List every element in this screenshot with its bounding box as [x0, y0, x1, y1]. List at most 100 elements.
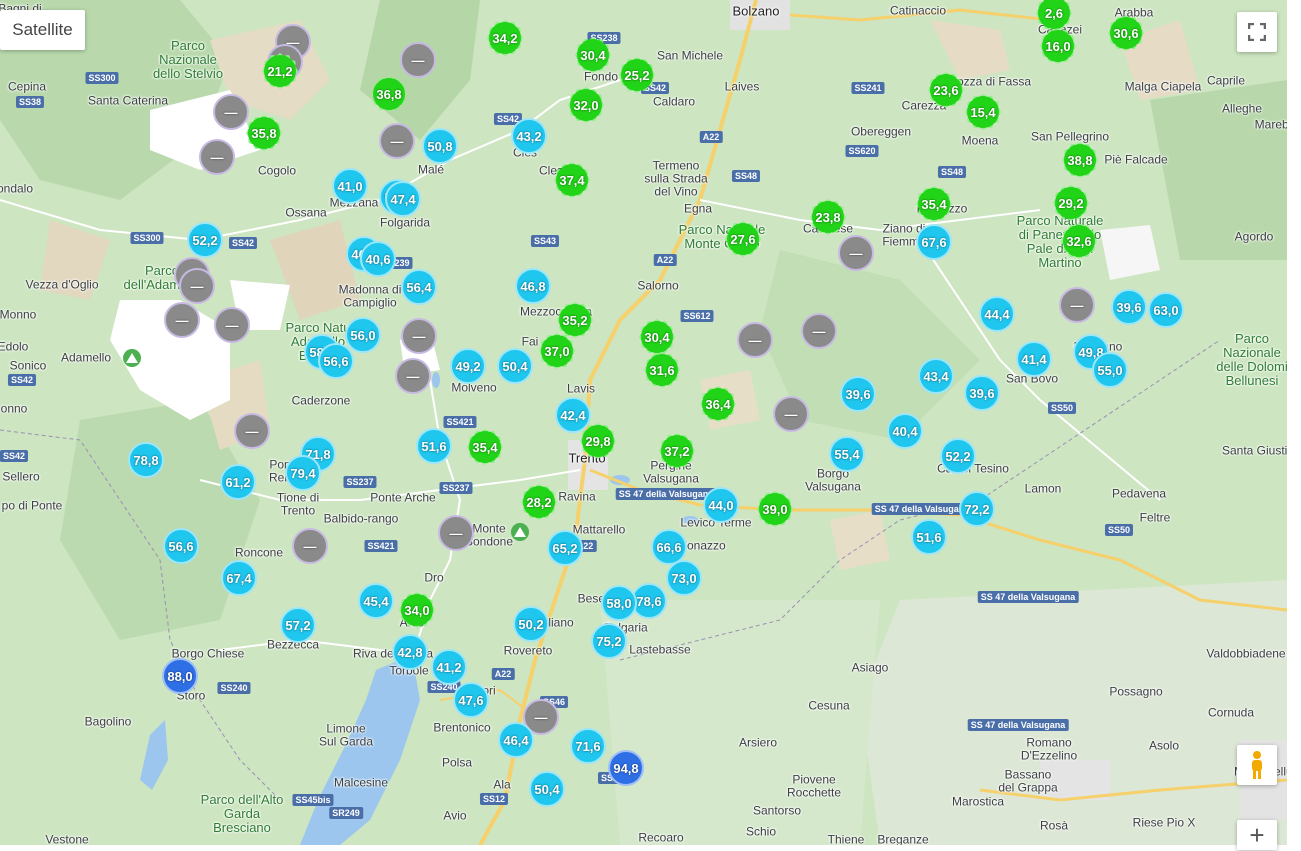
road-shield: SS43 [530, 235, 560, 247]
station-marker[interactable]: 78,8 [128, 442, 164, 478]
station-marker[interactable]: 94,8 [608, 750, 644, 786]
station-marker[interactable]: — [214, 307, 250, 343]
station-marker[interactable]: — [199, 139, 235, 175]
road-shield: SS42 [7, 374, 37, 386]
place-label: Ravina [558, 489, 596, 504]
station-marker[interactable]: 61,2 [220, 464, 256, 500]
station-marker[interactable]: 47,6 [453, 682, 489, 718]
fullscreen-button[interactable] [1237, 12, 1277, 52]
place-label: Marebb [1254, 117, 1287, 132]
place-label: Santa Giustin [1221, 443, 1287, 458]
station-marker[interactable]: 44,0 [703, 487, 739, 523]
station-marker[interactable]: 39,6 [964, 375, 1000, 411]
station-marker[interactable]: 42,8 [392, 634, 428, 670]
station-marker[interactable]: 71,6 [570, 728, 606, 764]
station-marker[interactable]: 49,2 [450, 348, 486, 384]
station-marker[interactable]: 51,6 [911, 519, 947, 555]
map-canvas[interactable]: BolzanoCatinaccioArabbaBagni diCanazeiSa… [0, 0, 1287, 845]
place-label: Asiago [851, 660, 889, 675]
station-marker[interactable]: 39,6 [1111, 289, 1147, 325]
place-label: San Michele [656, 48, 724, 63]
terrain-layer [0, 0, 1287, 845]
station-marker[interactable]: — [234, 413, 270, 449]
station-marker[interactable]: 46,8 [515, 268, 551, 304]
station-marker[interactable]: 46,4 [498, 722, 534, 758]
station-marker[interactable]: — [737, 322, 773, 358]
station-marker[interactable]: — [179, 268, 215, 304]
station-marker[interactable]: 47,4 [385, 181, 421, 217]
station-marker[interactable]: — [400, 42, 436, 78]
station-marker[interactable]: — [379, 123, 415, 159]
station-marker[interactable]: — [773, 396, 809, 432]
station-marker[interactable]: 52,2 [940, 438, 976, 474]
place-label: Fondo [583, 69, 619, 84]
station-marker[interactable]: 63,0 [1148, 292, 1184, 328]
road-shield: SS300 [130, 232, 164, 244]
road-shield: SS48 [731, 170, 761, 182]
station-marker[interactable]: 51,6 [416, 428, 452, 464]
place-label: Valdobbiadene [1206, 646, 1286, 661]
station-marker[interactable]: 56,6 [318, 343, 354, 379]
place-label: Brentonico [433, 720, 491, 735]
station-marker[interactable]: 41,0 [332, 168, 368, 204]
station-marker[interactable]: 58,0 [601, 585, 637, 621]
place-label: Bolzano [732, 3, 780, 19]
station-marker[interactable]: — [292, 528, 328, 564]
station-marker[interactable]: 57,2 [280, 607, 316, 643]
place-label: del Grappa [998, 780, 1058, 795]
station-marker[interactable]: 44,4 [979, 296, 1015, 332]
station-marker[interactable]: — [401, 318, 437, 354]
station-marker[interactable]: — [164, 302, 200, 338]
station-marker[interactable]: 39,6 [840, 376, 876, 412]
station-marker[interactable]: 40,6 [360, 241, 396, 277]
station-marker[interactable]: 75,2 [591, 623, 627, 659]
station-marker[interactable]: 50,2 [513, 606, 549, 642]
satellite-toggle-button[interactable]: Satellite [0, 10, 85, 50]
place-label: Malcesine [333, 775, 389, 790]
station-marker[interactable]: 67,6 [916, 224, 952, 260]
station-marker[interactable]: 45,4 [358, 583, 394, 619]
place-label: Fai [521, 334, 539, 349]
station-marker[interactable]: 50,4 [529, 771, 565, 807]
place-label: Santorso [752, 803, 802, 818]
zoom-in-button[interactable]: + [1237, 820, 1277, 850]
station-marker[interactable]: 42,4 [555, 397, 591, 433]
station-marker[interactable]: — [1059, 287, 1095, 323]
station-marker[interactable]: 41,2 [431, 649, 467, 685]
station-marker[interactable]: 88,0 [162, 658, 198, 694]
place-label: Bagolino [84, 714, 132, 729]
station-marker[interactable]: 43,2 [511, 118, 547, 154]
place-label: Feltre [1139, 510, 1171, 525]
station-marker[interactable]: 56,4 [401, 269, 437, 305]
road-shield: SS45bis [292, 794, 334, 806]
place-label: Rocchette [786, 785, 842, 800]
station-marker[interactable]: 43,4 [918, 358, 954, 394]
station-marker[interactable]: — [438, 515, 474, 551]
place-label: Ala [493, 777, 511, 792]
station-marker[interactable]: 52,2 [187, 222, 223, 258]
station-marker[interactable]: 79,4 [285, 455, 321, 491]
street-view-pegman-button[interactable] [1237, 745, 1277, 785]
station-marker[interactable]: 50,4 [497, 348, 533, 384]
station-marker[interactable]: 55,0 [1092, 352, 1128, 388]
place-label: Polsa [441, 755, 473, 770]
road-shield: SS48 [937, 166, 967, 178]
place-label: Edolo [0, 339, 29, 354]
station-marker[interactable]: 40,4 [887, 413, 923, 449]
station-marker[interactable]: 65,2 [547, 530, 583, 566]
station-marker[interactable]: 55,4 [829, 436, 865, 472]
station-marker[interactable]: — [801, 313, 837, 349]
station-marker[interactable]: 73,0 [666, 560, 702, 596]
station-marker[interactable]: 50,8 [422, 128, 458, 164]
place-label: Malé [417, 162, 445, 177]
station-marker[interactable]: — [213, 94, 249, 130]
place-label: Adamello [60, 350, 112, 365]
place-label: onno [0, 401, 28, 416]
station-marker[interactable]: 56,0 [345, 317, 381, 353]
station-marker[interactable]: 72,2 [959, 491, 995, 527]
station-marker[interactable]: — [838, 235, 874, 271]
station-marker[interactable]: 41,4 [1016, 341, 1052, 377]
station-marker[interactable]: 56,6 [163, 528, 199, 564]
station-marker[interactable]: — [395, 358, 431, 394]
station-marker[interactable]: 67,4 [221, 560, 257, 596]
